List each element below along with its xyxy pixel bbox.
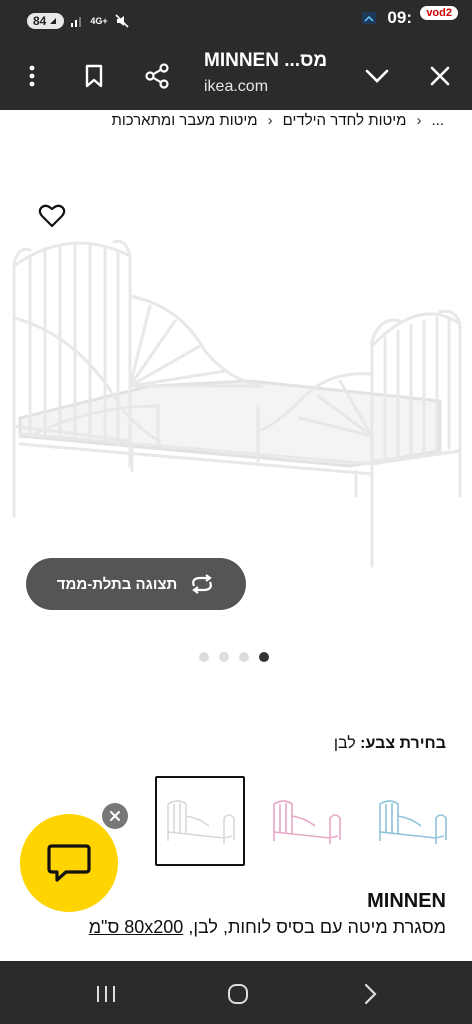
pagination-dot[interactable] bbox=[219, 652, 229, 662]
pagination-dot-active[interactable] bbox=[259, 652, 269, 662]
chevron-left-icon: ‹ bbox=[267, 112, 273, 129]
battery-indicator: 84 bbox=[27, 13, 65, 29]
bookmark-icon bbox=[85, 64, 103, 88]
swatch-pink[interactable] bbox=[261, 776, 351, 866]
mute-icon bbox=[115, 14, 129, 28]
pagination-dot[interactable] bbox=[199, 652, 209, 662]
recent-apps-button[interactable] bbox=[91, 979, 121, 1009]
expand-button[interactable] bbox=[357, 56, 397, 96]
image-pagination bbox=[199, 652, 269, 662]
rotate-3d-icon bbox=[192, 574, 213, 594]
chevron-down-icon bbox=[365, 69, 389, 83]
more-vert-icon bbox=[29, 65, 35, 87]
breadcrumb-item-extendable-beds[interactable]: מיטות מעבר ומתארכות bbox=[111, 112, 257, 129]
share-button[interactable] bbox=[137, 56, 177, 96]
custom-tab-toolbar: MINNEN ...מס ikea.com bbox=[0, 42, 472, 110]
page-title: MINNEN ...מס bbox=[204, 50, 328, 71]
home-icon bbox=[228, 984, 248, 1004]
more-options-button[interactable] bbox=[12, 56, 52, 96]
signal-icon bbox=[71, 17, 82, 27]
network-type: 4G+ bbox=[90, 16, 108, 26]
back-button[interactable] bbox=[355, 979, 385, 1009]
status-bar: 84 4G+ 09: vod2 bbox=[0, 0, 472, 42]
bed-thumbnail-pink bbox=[273, 800, 341, 844]
bed-thumbnail-blue bbox=[379, 800, 447, 844]
cast-icon bbox=[362, 12, 377, 24]
breadcrumb: ... ‹ מיטות לחדר הילדים ‹ מיטות מעבר ומת… bbox=[111, 112, 444, 129]
breadcrumb-item-kids-beds[interactable]: מיטות לחדר הילדים bbox=[283, 112, 407, 129]
breadcrumb-item-ellipsis[interactable]: ... bbox=[431, 112, 444, 129]
color-selection-label: בחירת צבע: לבן bbox=[334, 735, 446, 753]
close-icon bbox=[110, 811, 120, 821]
battery-saver-icon bbox=[50, 18, 57, 24]
bed-thumbnail-white bbox=[167, 800, 235, 844]
battery-level: 84 bbox=[33, 14, 47, 28]
color-label-title: בחירת צבע: bbox=[360, 735, 446, 752]
heart-icon bbox=[38, 204, 66, 228]
chevron-right-icon bbox=[364, 983, 377, 1005]
chevron-left-icon: ‹ bbox=[416, 112, 422, 129]
bookmark-button[interactable] bbox=[74, 56, 114, 96]
swatch-blue[interactable] bbox=[367, 776, 457, 866]
color-label-value: לבן bbox=[333, 735, 356, 752]
page-url: ikea.com bbox=[204, 78, 269, 95]
system-navigation-bar bbox=[0, 961, 472, 1024]
product-description: מסגרת מיטה עם בסיס לוחות, לבן, 80x200 ס"… bbox=[89, 917, 446, 938]
chat-button[interactable] bbox=[20, 814, 118, 912]
add-to-wishlist-button[interactable] bbox=[38, 203, 66, 234]
view-3d-button[interactable]: תצוגה בתלת-ממד bbox=[26, 558, 246, 610]
color-swatches bbox=[155, 776, 457, 866]
view-3d-label: תצוגה בתלת-ממד bbox=[56, 575, 178, 593]
home-button[interactable] bbox=[223, 979, 253, 1009]
product-image[interactable] bbox=[0, 196, 472, 576]
pagination-dot[interactable] bbox=[239, 652, 249, 662]
share-icon bbox=[145, 63, 169, 89]
recent-apps-icon bbox=[97, 986, 115, 1002]
clock: 09: bbox=[387, 8, 412, 27]
close-tab-button[interactable] bbox=[420, 56, 460, 96]
chat-close-button[interactable] bbox=[102, 803, 128, 829]
carrier-badge: vod2 bbox=[420, 6, 458, 20]
product-name: MINNEN bbox=[367, 890, 446, 912]
product-description-text: מסגרת מיטה עם בסיס לוחות, לבן, bbox=[188, 917, 446, 937]
product-size-link[interactable]: 80x200 ס"מ bbox=[89, 917, 184, 937]
close-icon bbox=[430, 66, 450, 86]
status-left: 84 4G+ bbox=[27, 13, 130, 29]
swatch-white[interactable] bbox=[155, 776, 245, 866]
chat-icon bbox=[47, 844, 91, 882]
